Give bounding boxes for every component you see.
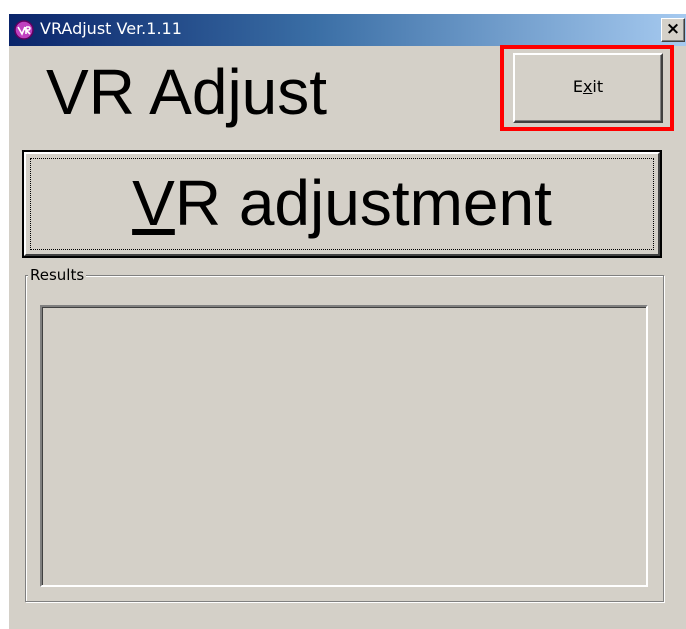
exit-button[interactable]: Exit xyxy=(513,53,663,123)
exit-label-rest: it xyxy=(592,77,604,96)
window-title: VRAdjust Ver.1.11 xyxy=(40,19,182,38)
exit-label-part: E xyxy=(572,77,583,96)
app-icon xyxy=(14,20,34,40)
adjust-label-rest: R adjustment xyxy=(174,167,552,239)
adjust-mnemonic: V xyxy=(132,167,175,239)
close-icon: × xyxy=(665,19,681,39)
exit-mnemonic: x xyxy=(582,77,593,96)
page-title: VR Adjust xyxy=(46,56,328,128)
vr-adjustment-label: VR adjustment xyxy=(24,166,660,240)
close-button[interactable]: × xyxy=(661,18,685,42)
title-bar[interactable]: VRAdjust Ver.1.11 × xyxy=(9,14,686,46)
results-label: Results xyxy=(28,266,87,284)
results-textarea[interactable] xyxy=(40,305,648,587)
vr-adjustment-button[interactable]: VR adjustment xyxy=(22,150,662,258)
